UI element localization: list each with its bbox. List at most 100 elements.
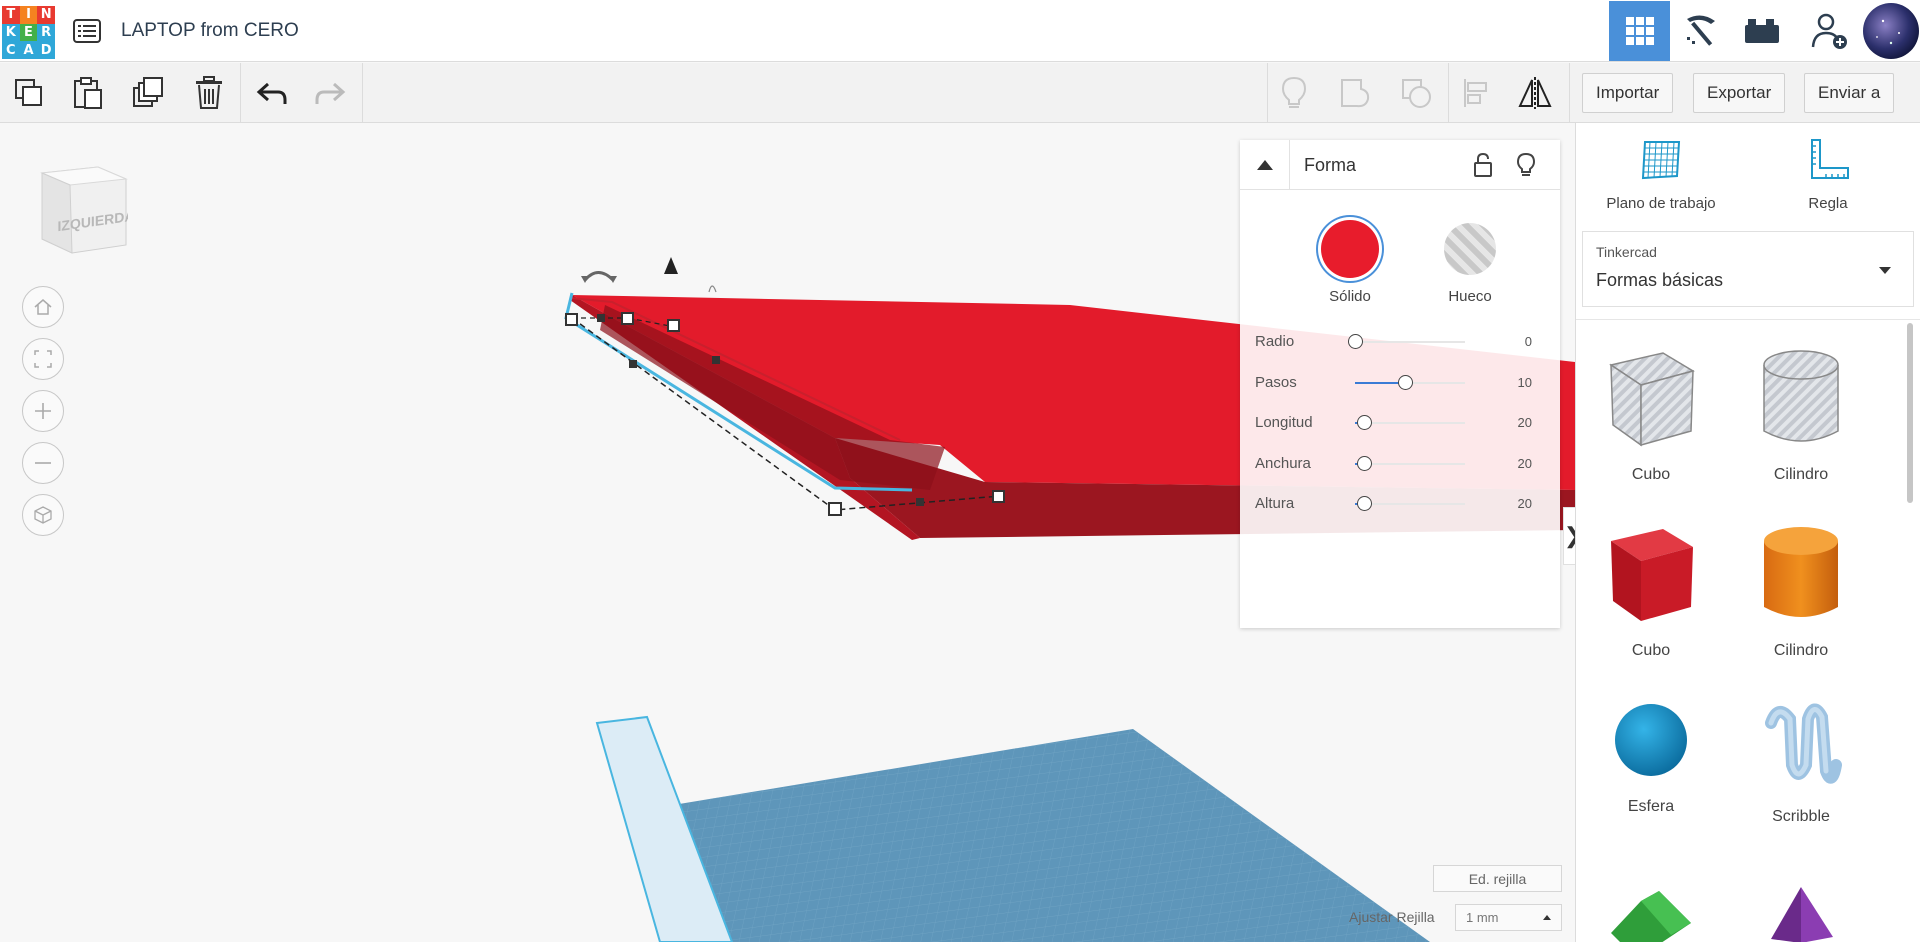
caret-up-icon	[1256, 160, 1273, 170]
midpoint-handle[interactable]	[629, 360, 637, 368]
ungroup-icon	[1402, 79, 1431, 108]
ungroup-button[interactable]	[1396, 73, 1436, 113]
shape-sphere[interactable]: Esfera	[1576, 695, 1726, 816]
shape-cube[interactable]: Cubo	[1576, 519, 1726, 660]
design-title[interactable]: LAPTOP from CERO	[121, 20, 299, 42]
zoom-out-button[interactable]	[22, 442, 64, 484]
shape-roof[interactable]	[1576, 883, 1726, 942]
shape-pyramid[interactable]	[1726, 883, 1876, 942]
chevron-down-icon	[1879, 267, 1891, 274]
hole-swatch[interactable]	[1444, 223, 1496, 275]
ruler-tool[interactable]: Regla	[1748, 138, 1908, 212]
rotate-handle[interactable]	[583, 271, 615, 282]
shape-scribble[interactable]: Scribble	[1726, 695, 1876, 826]
resize-handle[interactable]	[992, 490, 1005, 503]
resize-handle[interactable]	[621, 312, 634, 325]
midpoint-handle[interactable]	[712, 356, 720, 364]
resize-handle[interactable]	[828, 502, 842, 516]
redo-button[interactable]	[310, 73, 350, 113]
perspective-button[interactable]	[22, 494, 64, 536]
solid-color-swatch[interactable]	[1321, 220, 1379, 278]
codeblocks-button[interactable]	[1670, 1, 1731, 61]
cylinder-hole-icon	[1726, 343, 1876, 458]
tinkercad-logo[interactable]: TINKERCAD	[2, 6, 55, 59]
library-select[interactable]: Tinkercad Formas básicas	[1582, 231, 1914, 307]
workplane-icon	[1641, 141, 1681, 180]
snap-grid-value: 1 mm	[1466, 910, 1499, 925]
param-row-pasos: Pasos 10	[1240, 368, 1560, 398]
midpoint-handle[interactable]	[597, 314, 605, 322]
param-slider[interactable]	[1355, 415, 1465, 430]
profile-avatar[interactable]	[1860, 1, 1920, 61]
group-button[interactable]	[1335, 73, 1375, 113]
lift-handle[interactable]	[664, 257, 678, 274]
param-value[interactable]: 20	[1518, 496, 1532, 511]
inspector-title: Forma	[1304, 155, 1357, 175]
bricks-button[interactable]	[1731, 1, 1792, 61]
copy-button[interactable]	[9, 73, 49, 113]
fit-view-button[interactable]	[22, 338, 64, 380]
collapse-inspector-button[interactable]	[1240, 140, 1290, 190]
fit-icon	[34, 350, 52, 368]
shape-cylinder[interactable]: Cilindro	[1726, 519, 1876, 660]
resize-handle[interactable]	[565, 313, 578, 326]
shapes-scrollbar[interactable]	[1907, 323, 1913, 503]
view-cube[interactable]: IZQUIERDA	[38, 161, 128, 261]
mirror-button[interactable]	[1515, 73, 1555, 113]
notes-button[interactable]	[1274, 73, 1314, 113]
param-label: Longitud	[1255, 414, 1313, 431]
param-slider[interactable]	[1355, 456, 1465, 471]
param-slider[interactable]	[1355, 375, 1465, 390]
minus-icon	[35, 462, 51, 464]
visibility-button[interactable]	[1511, 150, 1541, 180]
param-value[interactable]: 10	[1518, 375, 1532, 390]
library-category: Formas básicas	[1596, 270, 1724, 290]
workplane-label: Plano de trabajo	[1606, 195, 1716, 212]
param-value[interactable]: 20	[1518, 456, 1532, 471]
toolbar-separator	[240, 63, 241, 123]
import-button[interactable]: Importar	[1582, 73, 1674, 113]
delete-button[interactable]	[189, 73, 229, 113]
home-view-button[interactable]	[22, 286, 64, 328]
duplicate-button[interactable]	[129, 73, 169, 113]
workplane-grid-lines	[655, 729, 1430, 942]
lock-button[interactable]	[1468, 150, 1498, 180]
shape-cylinder-hole[interactable]: Cilindro	[1726, 343, 1876, 484]
design-list-button[interactable]	[72, 16, 102, 46]
param-slider-knob[interactable]	[1356, 496, 1372, 511]
param-slider-knob[interactable]	[1356, 456, 1372, 471]
zoom-in-button[interactable]	[22, 390, 64, 432]
logo-letter: D	[37, 41, 55, 59]
snap-grid-select[interactable]: 1 mm	[1455, 904, 1562, 931]
cylinder-icon	[1726, 519, 1876, 634]
copy-icon	[15, 79, 42, 106]
workplane-tool[interactable]: Plano de trabajo	[1581, 138, 1741, 212]
send-to-button[interactable]: Enviar a	[1804, 73, 1895, 113]
param-slider-knob[interactable]	[1348, 334, 1363, 349]
param-value[interactable]: 20	[1518, 415, 1532, 430]
shapes-panel: Plano de trabajo Regla Tinkercad Formas …	[1575, 123, 1920, 942]
shape-cube-hole[interactable]: Cubo	[1576, 343, 1726, 484]
plus-icon	[35, 403, 51, 419]
hole-option[interactable]: Hueco	[1425, 220, 1515, 305]
add-user-button[interactable]	[1799, 1, 1860, 61]
param-slider[interactable]	[1355, 496, 1465, 511]
avatar-icon	[1862, 3, 1919, 59]
param-slider-knob[interactable]	[1356, 415, 1372, 430]
param-value[interactable]: 0	[1525, 334, 1532, 349]
edit-grid-button[interactable]: Ed. rejilla	[1433, 865, 1562, 892]
align-button[interactable]	[1457, 73, 1497, 113]
export-button[interactable]: Exportar	[1693, 73, 1786, 113]
param-slider[interactable]	[1348, 334, 1465, 349]
lightbulb-icon	[1517, 153, 1535, 176]
paste-button[interactable]	[68, 73, 108, 113]
param-slider-knob[interactable]	[1397, 375, 1413, 390]
pickaxe-icon	[1686, 15, 1715, 46]
undo-button[interactable]	[252, 73, 292, 113]
midpoint-handle[interactable]	[916, 498, 924, 506]
resize-handle[interactable]	[667, 319, 680, 332]
3d-design-view-button[interactable]	[1609, 1, 1670, 61]
solid-option[interactable]: Sólido	[1305, 220, 1395, 305]
ruler-icon	[1811, 139, 1849, 179]
toolbar-separator	[362, 63, 363, 123]
